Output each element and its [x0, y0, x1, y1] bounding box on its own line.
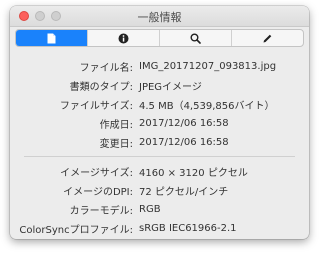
tab-edit[interactable] — [231, 30, 303, 46]
pencil-icon — [263, 34, 272, 42]
field-value: 2017/12/06 16:58 — [139, 118, 229, 129]
field-value: IMG_20171207_093813.jpg — [139, 61, 277, 72]
field-label: 作成日: — [99, 120, 133, 131]
field-label: ファイル名: — [79, 63, 133, 74]
info-row-document-type: 書類のタイプ: JPEGイメージ — [10, 76, 309, 95]
field-value: RGB — [139, 204, 161, 215]
field-label: カラーモデル: — [69, 206, 133, 217]
title-bar: 一般情報 — [10, 6, 309, 27]
field-label: ColorSyncプロファイル: — [19, 225, 133, 236]
field-label: イメージサイズ: — [60, 168, 133, 179]
field-label: イメージのDPI: — [63, 187, 133, 198]
info-row-color-model: カラーモデル: RGB — [10, 200, 309, 219]
info-row-file-name: ファイル名: IMG_20171207_093813.jpg — [10, 57, 309, 76]
field-value: 2017/12/06 16:58 — [139, 137, 229, 148]
info-rows: ファイル名: IMG_20171207_093813.jpg 書類のタイプ: J… — [10, 47, 309, 238]
tab-info[interactable] — [87, 30, 159, 46]
info-row-created: 作成日: 2017/12/06 16:58 — [10, 114, 309, 133]
window-title: 一般情報 — [137, 11, 182, 24]
info-window: 一般情報 ファイル名: IMG_20171207_093813.jpg 書類のタ… — [10, 6, 309, 239]
field-value: sRGB IEC61966-2.1 — [139, 223, 237, 234]
info-row-colorsync-profile: ColorSyncプロファイル: sRGB IEC61966-2.1 — [10, 219, 309, 238]
field-value: 4160 × 3120 ピクセル — [139, 168, 248, 179]
tab-general[interactable] — [16, 30, 87, 46]
info-row-image-size: イメージサイズ: 4160 × 3120 ピクセル — [10, 162, 309, 181]
field-value: JPEGイメージ — [139, 82, 202, 93]
info-row-modified: 変更日: 2017/12/06 16:58 — [10, 133, 309, 152]
field-label: 書類のタイプ: — [69, 82, 133, 93]
field-value: 72 ピクセル/インチ — [139, 187, 229, 198]
field-label: ファイルサイズ: — [59, 101, 133, 112]
document-icon — [47, 33, 56, 43]
info-row-image-dpi: イメージのDPI: 72 ピクセル/インチ — [10, 181, 309, 200]
section-divider — [24, 156, 295, 157]
info-row-file-size: ファイルサイズ: 4.5 MB（4,539,856バイト） — [10, 95, 309, 114]
search-icon — [190, 33, 201, 44]
info-icon — [118, 33, 129, 43]
field-value: 4.5 MB（4,539,856バイト） — [139, 101, 275, 112]
tab-search[interactable] — [159, 30, 231, 46]
field-label: 変更日: — [99, 139, 133, 150]
inspector-tabs — [15, 29, 304, 47]
